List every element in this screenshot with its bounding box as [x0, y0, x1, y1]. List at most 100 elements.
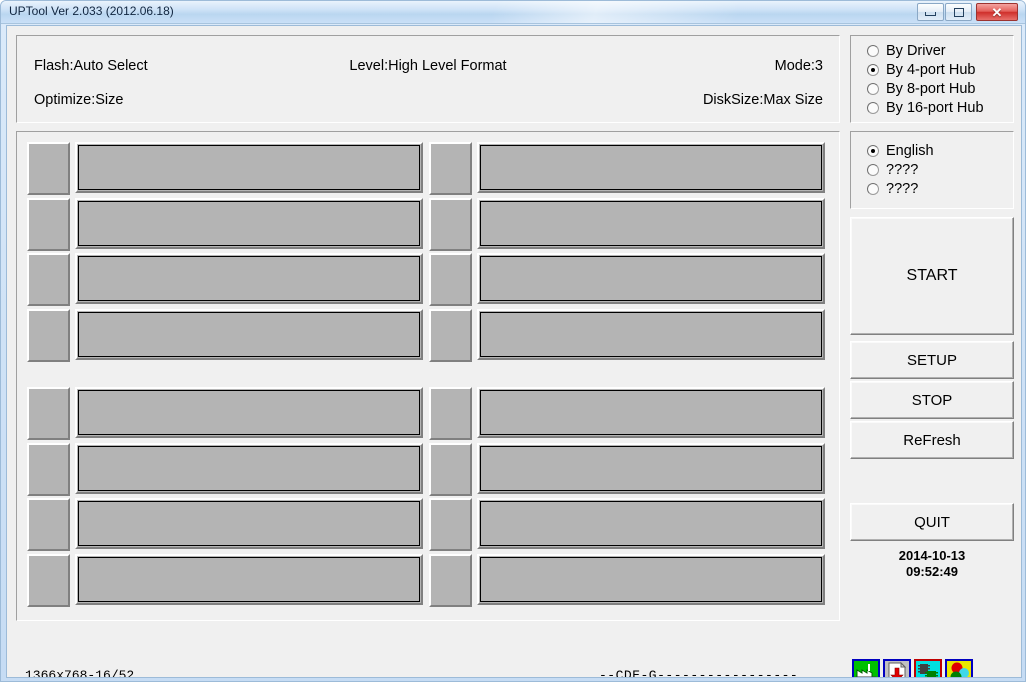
device-column-left [27, 142, 423, 609]
device-block-3 [27, 387, 423, 609]
port-indicator[interactable] [429, 442, 472, 496]
radio-by-8-port-hub[interactable]: By 8-port Hub [867, 79, 975, 98]
radio-indicator-icon [867, 163, 879, 176]
port-indicator[interactable] [429, 387, 472, 440]
info-panel: Flash:Auto Select Level:High Level Forma… [16, 35, 840, 123]
device-slot-9[interactable] [27, 387, 423, 443]
device-slot-16[interactable] [429, 553, 825, 610]
minimize-button[interactable] [917, 3, 944, 21]
radio-by-4-port-hub[interactable]: By 4-port Hub [867, 60, 975, 79]
hub-mode-group: By Driver By 4-port Hub By 8-port Hub By… [850, 35, 1014, 123]
slot-status-display[interactable] [75, 553, 423, 605]
radio-language-2[interactable]: ???? [867, 160, 918, 179]
port-indicator[interactable] [429, 553, 472, 607]
radio-by-16-port-hub[interactable]: By 16-port Hub [867, 98, 984, 117]
port-indicator[interactable] [27, 553, 70, 607]
slot-status-display[interactable] [477, 308, 825, 360]
flash-label: Flash:Auto Select [34, 58, 148, 74]
factory-icon[interactable] [852, 659, 880, 677]
port-indicator[interactable] [27, 308, 70, 362]
port-indicator[interactable] [429, 142, 472, 195]
slot-status-display[interactable] [75, 197, 423, 249]
device-slot-3[interactable] [27, 253, 423, 309]
radio-language-english[interactable]: English [867, 141, 934, 160]
clock: 2014-10-13 09:52:49 [850, 548, 1014, 580]
device-slot-10[interactable] [27, 442, 423, 499]
slot-status-display[interactable] [477, 142, 825, 193]
slot-status-display[interactable] [75, 253, 423, 304]
slot-status-display[interactable] [477, 253, 825, 304]
device-slot-2[interactable] [27, 197, 423, 254]
slot-status-display[interactable] [477, 197, 825, 249]
slot-status-display[interactable] [75, 442, 423, 494]
tray-icons [852, 659, 973, 677]
app-window: UPTool Ver 2.033 (2012.06.18) ✕ Flash:Au… [0, 0, 1026, 682]
radio-indicator-icon [867, 101, 879, 114]
slot-status-display[interactable] [75, 498, 423, 549]
optimize-label: Optimize:Size [34, 92, 124, 108]
device-slot-8[interactable] [429, 308, 825, 365]
maximize-icon [946, 4, 971, 20]
chip-icon[interactable] [914, 659, 942, 677]
slot-status-display[interactable] [75, 387, 423, 438]
maximize-button[interactable] [945, 3, 972, 21]
stop-button[interactable]: STOP [850, 381, 1014, 419]
status-code: --CDE-G----------------- [599, 668, 799, 678]
device-slot-5[interactable] [429, 142, 825, 198]
port-indicator[interactable] [429, 253, 472, 306]
start-button[interactable]: START [850, 217, 1014, 335]
window-title: UPTool Ver 2.033 (2012.06.18) [9, 4, 174, 18]
radio-label: By 16-port Hub [886, 99, 984, 116]
port-indicator[interactable] [429, 197, 472, 251]
block-separator [429, 364, 825, 387]
device-slot-14[interactable] [429, 442, 825, 499]
device-block-2 [429, 142, 825, 364]
device-column-right [429, 142, 825, 609]
device-slot-11[interactable] [27, 498, 423, 554]
port-indicator[interactable] [27, 498, 70, 551]
setup-button[interactable]: SETUP [850, 341, 1014, 379]
close-button[interactable]: ✕ [976, 3, 1018, 21]
download-icon[interactable] [883, 659, 911, 677]
quit-button[interactable]: QUIT [850, 503, 1014, 541]
device-slot-12[interactable] [27, 553, 423, 610]
mode-label: Mode:3 [774, 58, 823, 74]
slot-status-display[interactable] [75, 308, 423, 360]
chip-glyph [916, 661, 940, 677]
radio-indicator-icon [867, 63, 879, 76]
radio-language-3[interactable]: ???? [867, 179, 918, 198]
port-indicator[interactable] [27, 387, 70, 440]
slot-status-display[interactable] [477, 498, 825, 549]
device-grid-panel [16, 131, 840, 621]
disksize-label: DiskSize:Max Size [702, 92, 823, 108]
slot-status-display[interactable] [477, 553, 825, 605]
color-glyph [947, 661, 971, 677]
port-indicator[interactable] [27, 253, 70, 306]
slot-status-display[interactable] [477, 387, 825, 438]
radio-label: ???? [886, 161, 919, 178]
port-indicator[interactable] [27, 142, 70, 195]
device-slot-13[interactable] [429, 387, 825, 443]
port-indicator[interactable] [27, 197, 70, 251]
level-label: Level:High Level Format [349, 58, 507, 74]
slot-status-display[interactable] [477, 442, 825, 494]
slot-status-display[interactable] [75, 142, 423, 193]
radio-label: ???? [886, 180, 919, 197]
device-slot-1[interactable] [27, 142, 423, 198]
radio-label: By 8-port Hub [886, 80, 976, 97]
port-indicator[interactable] [27, 442, 70, 496]
device-slot-6[interactable] [429, 197, 825, 254]
radio-label: English [886, 142, 934, 159]
status-resolution: 1366x768-16/52 [25, 668, 135, 678]
radio-indicator-icon [867, 144, 879, 157]
color-icon[interactable] [945, 659, 973, 677]
device-slot-7[interactable] [429, 253, 825, 309]
refresh-button[interactable]: ReFresh [850, 421, 1014, 459]
radio-by-driver[interactable]: By Driver [867, 41, 946, 60]
port-indicator[interactable] [429, 308, 472, 362]
device-slot-15[interactable] [429, 498, 825, 554]
clock-date: 2014-10-13 [898, 548, 966, 563]
clock-time: 09:52:49 [905, 564, 959, 579]
device-slot-4[interactable] [27, 308, 423, 365]
port-indicator[interactable] [429, 498, 472, 551]
